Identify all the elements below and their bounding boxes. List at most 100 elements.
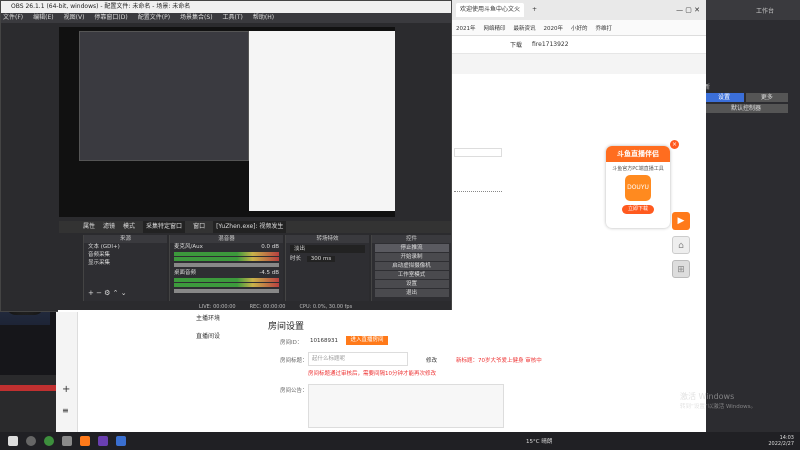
menu-docks[interactable]: 停靠窗口(D) bbox=[94, 13, 127, 23]
source-item[interactable]: 文本 (GDI+) bbox=[84, 243, 167, 251]
menu-scene-collection[interactable]: 场景集合(S) bbox=[180, 13, 213, 23]
watermark-line: 激活 Windows bbox=[680, 392, 735, 401]
douyu-promo-card[interactable]: 斗鱼直播伴侣 斗鱼官方PC端直播工具 DOUYU 立即下载 bbox=[606, 146, 670, 228]
volume-slider[interactable] bbox=[174, 289, 279, 293]
notice-label: 房间公告： bbox=[280, 388, 308, 394]
bookmark-item[interactable]: 最新资讯 bbox=[514, 24, 536, 32]
more-icon[interactable]: ≡ bbox=[62, 406, 69, 415]
obs-menubar: 文件(F) 编辑(E) 视图(V) 停靠窗口(D) 配置文件(P) 场景集合(S… bbox=[1, 13, 451, 23]
menu-view[interactable]: 视图(V) bbox=[64, 13, 85, 23]
mode-label: 模式 bbox=[123, 223, 136, 230]
mixer-dock: 混音器 麦克风/Aux 0.0 dB 桌面音频 -4.5 dB bbox=[169, 235, 283, 301]
steam-taskbar-icon[interactable] bbox=[116, 436, 126, 446]
desktop: 工作台 新 设置 更多 默认控制器 欢迎使用斗鱼中心文火 + — ▢ ✕ 202… bbox=[0, 0, 800, 450]
menu-help[interactable]: 帮助(H) bbox=[253, 13, 274, 23]
clock-date: 2022/2/27 bbox=[768, 441, 794, 447]
stream-field-box[interactable] bbox=[454, 148, 502, 157]
background-app-primary-button[interactable]: 设置 bbox=[704, 93, 744, 102]
background-app-controller-button[interactable]: 默认控制器 bbox=[704, 104, 788, 113]
audio-meter bbox=[174, 278, 279, 282]
windows-start-icon[interactable] bbox=[8, 436, 18, 446]
activate-windows-watermark: 激活 Windows 转到“设置”以激活 Windows。 bbox=[680, 392, 756, 412]
new-tab-button[interactable]: + bbox=[528, 3, 541, 17]
window-label: 窗口 bbox=[193, 223, 206, 230]
bookmark-item[interactable]: 2021年 bbox=[456, 24, 476, 32]
obs-preview[interactable] bbox=[59, 27, 395, 217]
background-app-header: 工作台 bbox=[700, 0, 800, 20]
change-title-button[interactable]: 修改 bbox=[426, 356, 437, 364]
transition-select[interactable]: 淡出 bbox=[290, 245, 365, 253]
transitions-dock-header: 转场特效 bbox=[286, 235, 369, 243]
audio-meter bbox=[174, 283, 279, 287]
background-app-row: 默认控制器 bbox=[704, 104, 796, 113]
background-app-secondary-button[interactable]: 更多 bbox=[745, 93, 788, 102]
bookmarks-bar: 2021年 网络精印 最新资讯 2020年 小好的 乔维打 bbox=[450, 20, 706, 36]
studio-mode-button[interactable]: 工作室模式 bbox=[374, 271, 449, 279]
settings-button[interactable]: 设置 bbox=[374, 280, 449, 288]
site-header: 下载 fire1713922 bbox=[450, 36, 706, 54]
enter-room-button[interactable]: 进入直播房间 bbox=[346, 336, 388, 345]
browser-tab[interactable]: 欢迎使用斗鱼中心文火 bbox=[456, 3, 525, 17]
sources-dock-header: 来源 bbox=[84, 235, 167, 243]
room-title-input[interactable]: 起什么标题呢 bbox=[308, 352, 408, 366]
search-icon[interactable] bbox=[26, 436, 36, 446]
promo-title: 斗鱼直播伴侣 bbox=[606, 146, 670, 162]
source-item[interactable]: 音频采集 bbox=[84, 251, 167, 259]
menu-tools[interactable]: 工具(T) bbox=[223, 13, 243, 23]
clock[interactable]: 14:03 2022/2/27 bbox=[768, 435, 794, 447]
background-app-title: 工作台 bbox=[756, 8, 775, 15]
menu-file[interactable]: 文件(F) bbox=[3, 13, 23, 23]
weather-text[interactable]: 15°C 晴朗 bbox=[526, 437, 552, 445]
source-item[interactable]: 显示采集 bbox=[84, 259, 167, 267]
background-app-row: 设置 更多 bbox=[704, 93, 796, 102]
bookmark-item[interactable]: 小好的 bbox=[571, 24, 588, 32]
stream-key-field[interactable] bbox=[454, 186, 502, 192]
obs-taskbar-icon[interactable] bbox=[62, 436, 72, 446]
window-controls-icon[interactable]: — ▢ ✕ bbox=[676, 6, 700, 14]
properties-button[interactable]: 属性 bbox=[83, 221, 95, 233]
filters-button[interactable]: 滤镜 bbox=[103, 221, 115, 233]
browser-taskbar-icon[interactable] bbox=[44, 436, 54, 446]
bookmark-item[interactable]: 网络精印 bbox=[484, 24, 506, 32]
volume-slider[interactable] bbox=[174, 263, 279, 267]
duration-input[interactable]: 300 ms bbox=[306, 256, 336, 262]
obs-window: OBS 26.1.1 (64-bit, windows) - 配置文件: 未命名… bbox=[0, 0, 452, 312]
bookmark-item[interactable]: 乔维打 bbox=[596, 24, 613, 32]
room-title-label: 房间标题： bbox=[280, 358, 308, 364]
promo-close-icon[interactable]: × bbox=[670, 140, 679, 149]
audio-meter bbox=[174, 257, 279, 261]
browser-tab-bar: 欢迎使用斗鱼中心文火 + — ▢ ✕ bbox=[450, 0, 706, 20]
play-icon[interactable]: ▶ bbox=[672, 212, 690, 230]
start-virtual-camera-button[interactable]: 启动虚拟摄像机 bbox=[374, 262, 449, 270]
douyu-logo-icon: DOUYU bbox=[625, 175, 651, 201]
room-id-label: 房间ID： bbox=[280, 340, 303, 346]
gamepad-icon[interactable]: ⊞ bbox=[672, 260, 690, 278]
start-recording-button[interactable]: 开始录制 bbox=[374, 253, 449, 261]
promo-download-button[interactable]: 立即下载 bbox=[622, 205, 654, 214]
app-taskbar-icon[interactable] bbox=[98, 436, 108, 446]
room-settings-title: 房间设置 bbox=[268, 322, 305, 332]
obs-source-toolbar: 属性 滤镜 模式 采集特定窗口 窗口 [YuZhen.exe]: 视频发生 bbox=[59, 221, 451, 233]
room-settings-panel: 主播环境 直播间设 房间设置 房间ID： 10168931 进入直播房间 房间标… bbox=[58, 310, 700, 432]
douyu-taskbar-icon[interactable] bbox=[80, 436, 90, 446]
timeline-bar bbox=[0, 385, 56, 391]
exit-button[interactable]: 退出 bbox=[374, 289, 449, 297]
menu-edit[interactable]: 编辑(E) bbox=[33, 13, 53, 23]
menu-profile[interactable]: 配置文件(P) bbox=[138, 13, 170, 23]
mixer-dock-header: 混音器 bbox=[170, 235, 283, 243]
nav-item-env[interactable]: 主播环境 bbox=[186, 310, 261, 328]
controls-dock: 控件 停止推流 开始录制 启动虚拟摄像机 工作室模式 设置 退出 bbox=[371, 235, 451, 301]
window-select[interactable]: [YuZhen.exe]: 视频发生 bbox=[213, 221, 287, 233]
stop-streaming-button[interactable]: 停止推流 bbox=[374, 244, 449, 252]
user-name[interactable]: fire1713922 bbox=[532, 41, 569, 48]
home-icon[interactable]: ⌂ bbox=[672, 236, 690, 254]
download-link[interactable]: 下载 bbox=[510, 40, 522, 49]
background-app-window: 工作台 新 设置 更多 默认控制器 bbox=[700, 0, 800, 432]
add-remove-icons[interactable]: + − ⚙ ⌃ ⌄ bbox=[88, 289, 127, 297]
mode-select[interactable]: 采集特定窗口 bbox=[143, 221, 186, 233]
bookmark-item[interactable]: 2020年 bbox=[544, 24, 564, 32]
nav-item-room[interactable]: 直播间设 bbox=[186, 328, 261, 346]
notice-textarea[interactable] bbox=[308, 384, 504, 428]
add-icon[interactable]: + bbox=[62, 384, 70, 395]
controls-dock-header: 控件 bbox=[372, 235, 451, 243]
